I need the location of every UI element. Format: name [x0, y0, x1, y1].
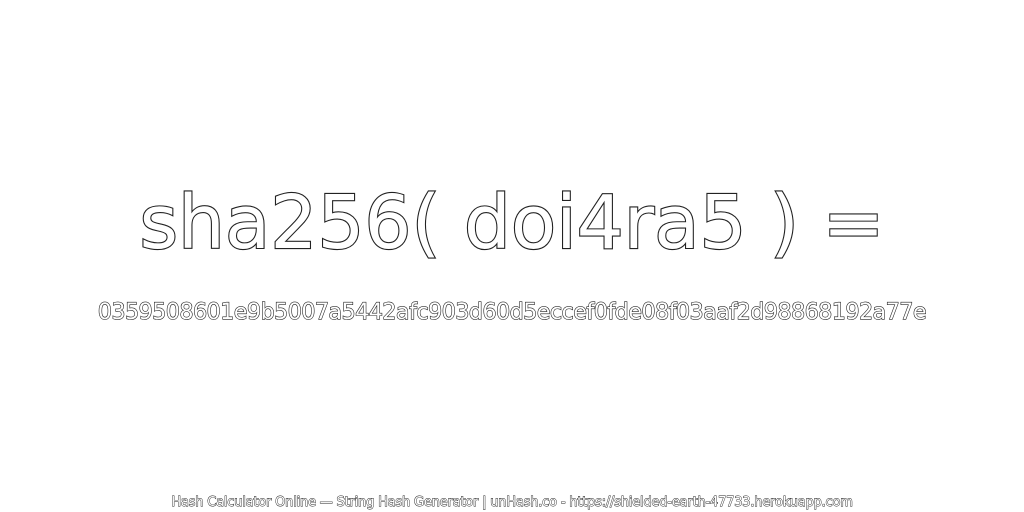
- hash-result-image: sha256( doi4ra5 ) = 0359508601e9b5007a54…: [0, 0, 1024, 512]
- footer-credit: Hash Calculator Online — String Hash Gen…: [171, 495, 853, 511]
- hash-value: 0359508601e9b5007a5442afc903d60d5eccef0f…: [97, 299, 927, 325]
- hash-expression-title: sha256( doi4ra5 ) =: [138, 179, 885, 267]
